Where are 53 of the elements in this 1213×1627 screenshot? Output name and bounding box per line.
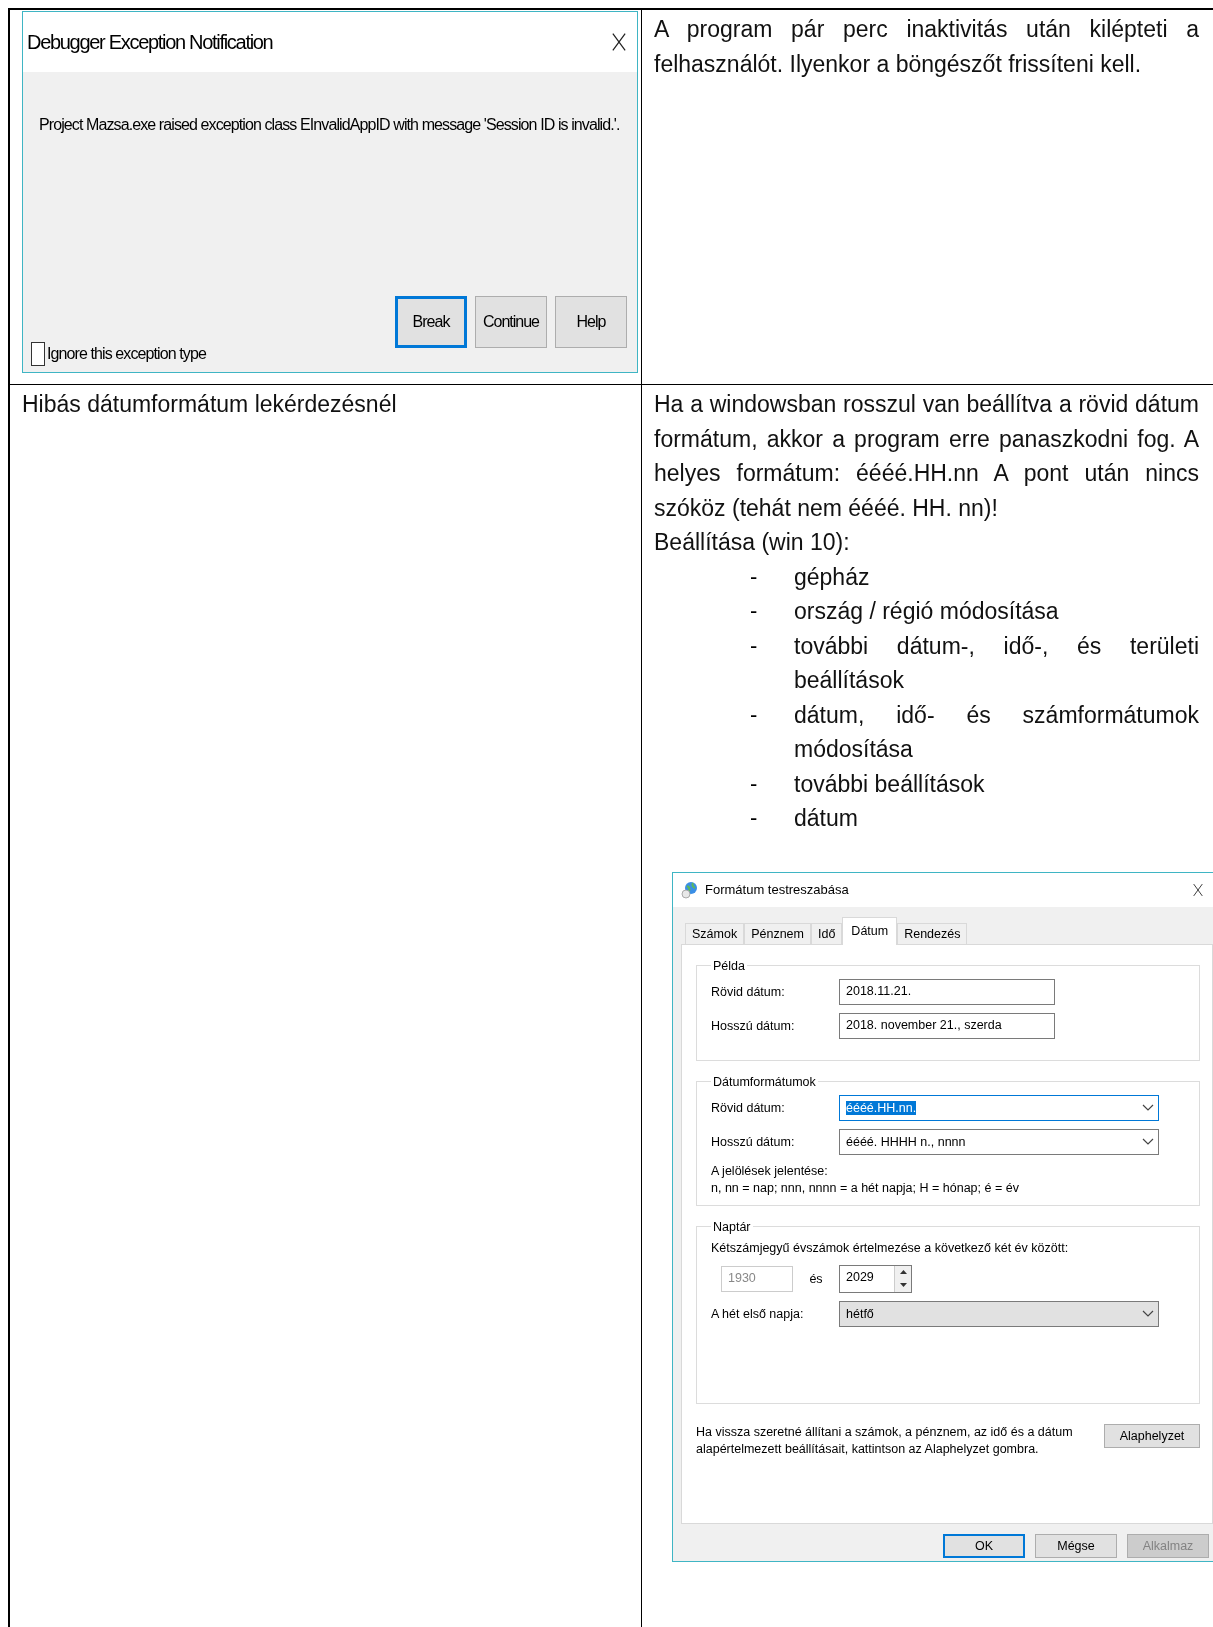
step-bullet: -	[750, 769, 759, 798]
dialog-button[interactable]: Continue	[475, 296, 547, 348]
dialog-title: Formátum testreszabása	[705, 882, 850, 897]
legend-title: A jelölések jelentése:	[711, 1162, 829, 1180]
format-dropdown[interactable]: éééé. HHHH n., nnnn	[839, 1128, 1159, 1155]
chevron-down-icon	[1142, 1103, 1154, 1112]
text-field[interactable]: 2018. november 21., szerda	[839, 1012, 1055, 1039]
weekday-dropdown[interactable]: hétfő	[839, 1300, 1159, 1327]
legend-text: n, nn = nap; nnn, nnnn = a hét napja; H = hónap; é = év	[711, 1179, 1020, 1197]
tab[interactable]: Rendezés	[897, 922, 968, 945]
field-label: Hosszú dátum:	[711, 1018, 796, 1033]
issue-title: Hibás dátumformátum lekérdezésnél	[22, 390, 398, 419]
range-prompt: Kétszámjegyű évszámok értelmezése a következő két év között:	[711, 1239, 1070, 1257]
year-spinner[interactable]: 2029	[839, 1264, 912, 1293]
reset-note: Ha vissza szeretné állítani a számok, a pénznem, az idő és a dátum alapértelmezett beállításait, kattintson az Alaphelyzet gombra.	[696, 1423, 1074, 1458]
note-text: Ha a windowsban rosszul van beállítva a rövid dátum formátum, akkor a program erre panaszkodni fog. A helyes formátum: éééé.HH.nn A pont után nincs szóköz (tehát nem éééé. HH. nn)!	[654, 390, 1199, 523]
tab[interactable]: Pénznem	[744, 922, 811, 945]
steps-heading: Beállítása (win 10):	[654, 528, 851, 557]
field-label: Rövid dátum:	[711, 984, 786, 999]
ignore-checkbox[interactable]: Ignore this exception type	[31, 342, 206, 366]
field-label: A hét első napja:	[711, 1306, 805, 1321]
range-separator: és	[808, 1271, 824, 1286]
note-text: A program pár perc inaktivitás után kilépteti a felhasználót. Ilyenkor a böngészőt frissíteni kell.	[654, 15, 1199, 79]
tab[interactable]: Számok	[685, 922, 745, 945]
tab[interactable]: Idő	[810, 922, 843, 945]
tab[interactable]: Dátum	[842, 916, 898, 945]
dialog-button[interactable]: Break	[395, 296, 467, 348]
field-label: Rövid dátum:	[711, 1100, 786, 1115]
step-text: dátum	[794, 804, 859, 833]
step-bullet: -	[750, 597, 759, 625]
exception-message: Project Mazsa.exe raised exception class EInvalidAppID with message 'Session ID is invalid.'.	[39, 116, 621, 134]
chevron-down-icon	[1142, 1309, 1154, 1318]
group-title: Naptár	[712, 1219, 752, 1234]
group-title: Példa	[712, 958, 746, 973]
step-bullet: -	[750, 804, 759, 832]
step-text: gépház	[794, 562, 871, 592]
step-bullet: -	[750, 562, 759, 591]
reset-button[interactable]: Alaphelyzet	[1104, 1423, 1200, 1448]
globe-icon	[681, 880, 699, 899]
step-bullet: -	[750, 700, 759, 729]
close-icon[interactable]	[1191, 882, 1205, 897]
step-text: ország / régió módosítása	[794, 597, 1060, 626]
dialog-title: Debugger Exception Notification	[27, 30, 273, 54]
step-text: további beállítások	[794, 769, 986, 799]
dialog-button[interactable]: Mégse	[1035, 1533, 1117, 1558]
text-field[interactable]: 2018.11.21.	[839, 978, 1055, 1005]
format-dropdown[interactable]: éééé.HH.nn.	[839, 1094, 1159, 1121]
group-title: Dátumformátumok	[712, 1074, 817, 1089]
step-bullet: -	[750, 631, 759, 660]
dialog-button[interactable]: OK	[943, 1533, 1025, 1558]
field-label: Hosszú dátum:	[711, 1134, 796, 1149]
dialog-button[interactable]: Help	[555, 296, 627, 348]
chevron-down-icon	[1142, 1137, 1154, 1146]
